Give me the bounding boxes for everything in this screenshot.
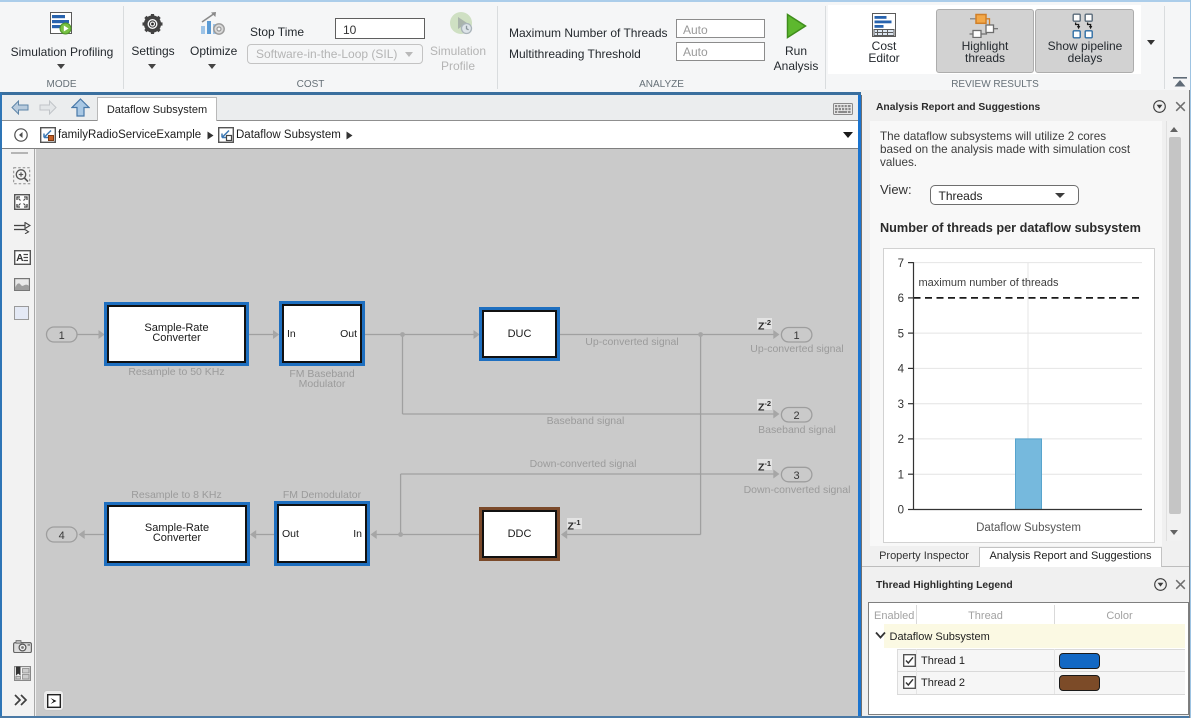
svg-text:6: 6	[897, 293, 903, 305]
svg-text:3: 3	[897, 399, 903, 411]
svg-text:5: 5	[897, 328, 903, 340]
svg-text:1: 1	[59, 330, 65, 342]
svg-text:4: 4	[59, 530, 65, 542]
svg-text:1: 1	[794, 330, 800, 342]
svg-text:4: 4	[897, 364, 904, 376]
svg-text:2: 2	[897, 434, 903, 446]
svg-text:0: 0	[897, 505, 903, 517]
svg-text:7: 7	[897, 258, 903, 270]
svg-text:Dataflow Subsystem: Dataflow Subsystem	[976, 522, 1081, 534]
svg-text:3: 3	[794, 470, 800, 482]
svg-text:1: 1	[897, 469, 903, 481]
svg-text:A: A	[16, 253, 23, 264]
svg-text:maximum number of threads: maximum number of threads	[918, 277, 1058, 289]
svg-text:2: 2	[794, 410, 800, 422]
